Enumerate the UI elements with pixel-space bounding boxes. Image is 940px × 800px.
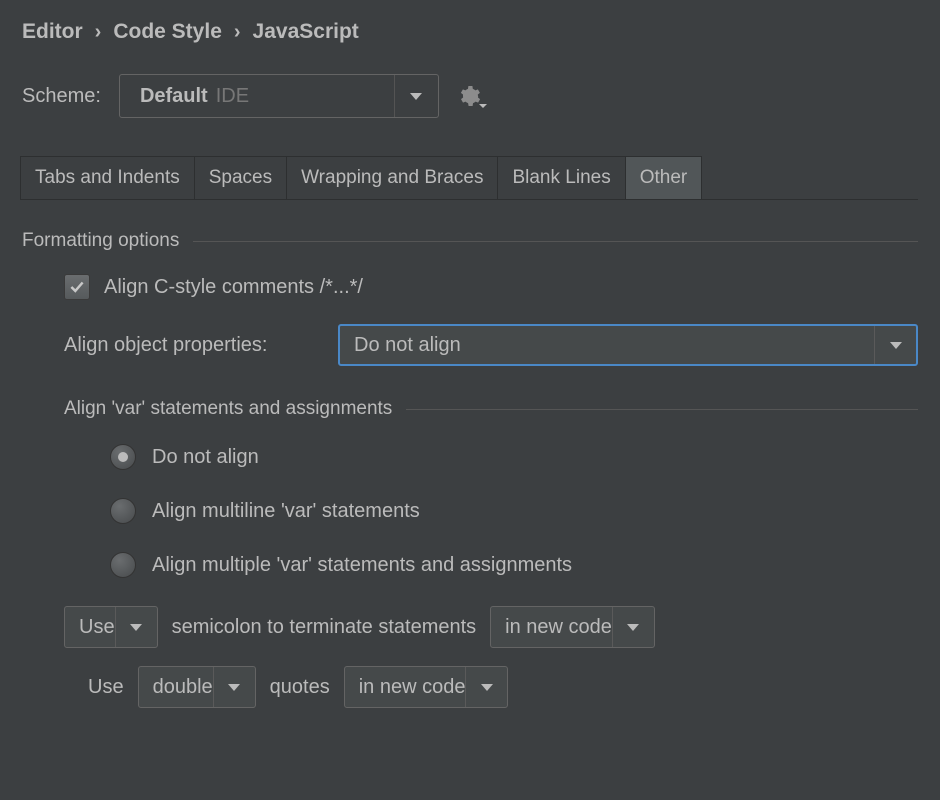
radio-icon [110,552,136,578]
align-object-properties-label: Align object properties: [64,334,324,357]
align-var-radio-do-not-align[interactable]: Do not align [110,444,918,470]
radio-label: Do not align [152,446,259,469]
divider [406,409,918,410]
chevron-right-icon: › [234,21,241,44]
align-var-radio-multiline[interactable]: Align multiline 'var' statements [110,498,918,524]
chevron-down-icon [612,607,654,647]
tab-blank-lines[interactable]: Blank Lines [497,156,625,199]
align-c-comments-label: Align C-style comments /*...*/ [104,276,363,299]
semicolon-use-value: Use [79,616,115,639]
tabs: Tabs and Indents Spaces Wrapping and Bra… [20,156,918,200]
tab-other[interactable]: Other [625,156,703,199]
scheme-suffix: IDE [216,85,249,108]
breadcrumb: Editor › Code Style › JavaScript [22,20,918,44]
scheme-select[interactable]: Default IDE [119,74,439,118]
radio-label: Align multiline 'var' statements [152,500,420,523]
scheme-settings-button[interactable] [457,84,481,108]
quotes-prefix: Use [88,676,124,699]
chevron-down-icon [213,667,255,707]
align-var-radio-multiple[interactable]: Align multiple 'var' statements and assi… [110,552,918,578]
semicolon-scope-select[interactable]: in new code [490,606,655,648]
tab-tabs-and-indents[interactable]: Tabs and Indents [20,156,195,199]
divider [193,241,918,242]
radio-icon [110,498,136,524]
chevron-down-icon [115,607,157,647]
quotes-scope-value: in new code [359,676,466,699]
formatting-options-title: Formatting options [22,230,179,252]
semicolon-use-select[interactable]: Use [64,606,158,648]
semicolon-scope-value: in new code [505,616,612,639]
radio-label: Align multiple 'var' statements and assi… [152,554,572,577]
breadcrumb-item-javascript[interactable]: JavaScript [253,20,359,44]
check-icon [68,278,86,296]
align-object-properties-value: Do not align [354,334,874,357]
chevron-down-icon [394,75,438,117]
quotes-type-value: double [153,676,213,699]
chevron-down-icon [465,667,507,707]
tab-spaces[interactable]: Spaces [194,156,287,199]
chevron-down-icon [874,326,916,364]
breadcrumb-item-codestyle[interactable]: Code Style [113,20,222,44]
gear-icon [457,84,481,108]
breadcrumb-item-editor[interactable]: Editor [22,20,83,44]
chevron-down-icon [479,102,487,110]
scheme-value: Default [140,85,208,108]
align-var-title: Align 'var' statements and assignments [64,398,392,420]
scheme-label: Scheme: [22,85,101,108]
semicolon-text: semicolon to terminate statements [172,616,477,639]
quotes-middle-text: quotes [270,676,330,699]
align-c-comments-checkbox[interactable] [64,274,90,300]
quotes-type-select[interactable]: double [138,666,256,708]
align-object-properties-select[interactable]: Do not align [338,324,918,366]
chevron-right-icon: › [95,21,102,44]
tab-wrapping-and-braces[interactable]: Wrapping and Braces [286,156,498,199]
radio-icon [110,444,136,470]
quotes-scope-select[interactable]: in new code [344,666,509,708]
align-var-radio-group: Do not align Align multiline 'var' state… [110,444,918,578]
